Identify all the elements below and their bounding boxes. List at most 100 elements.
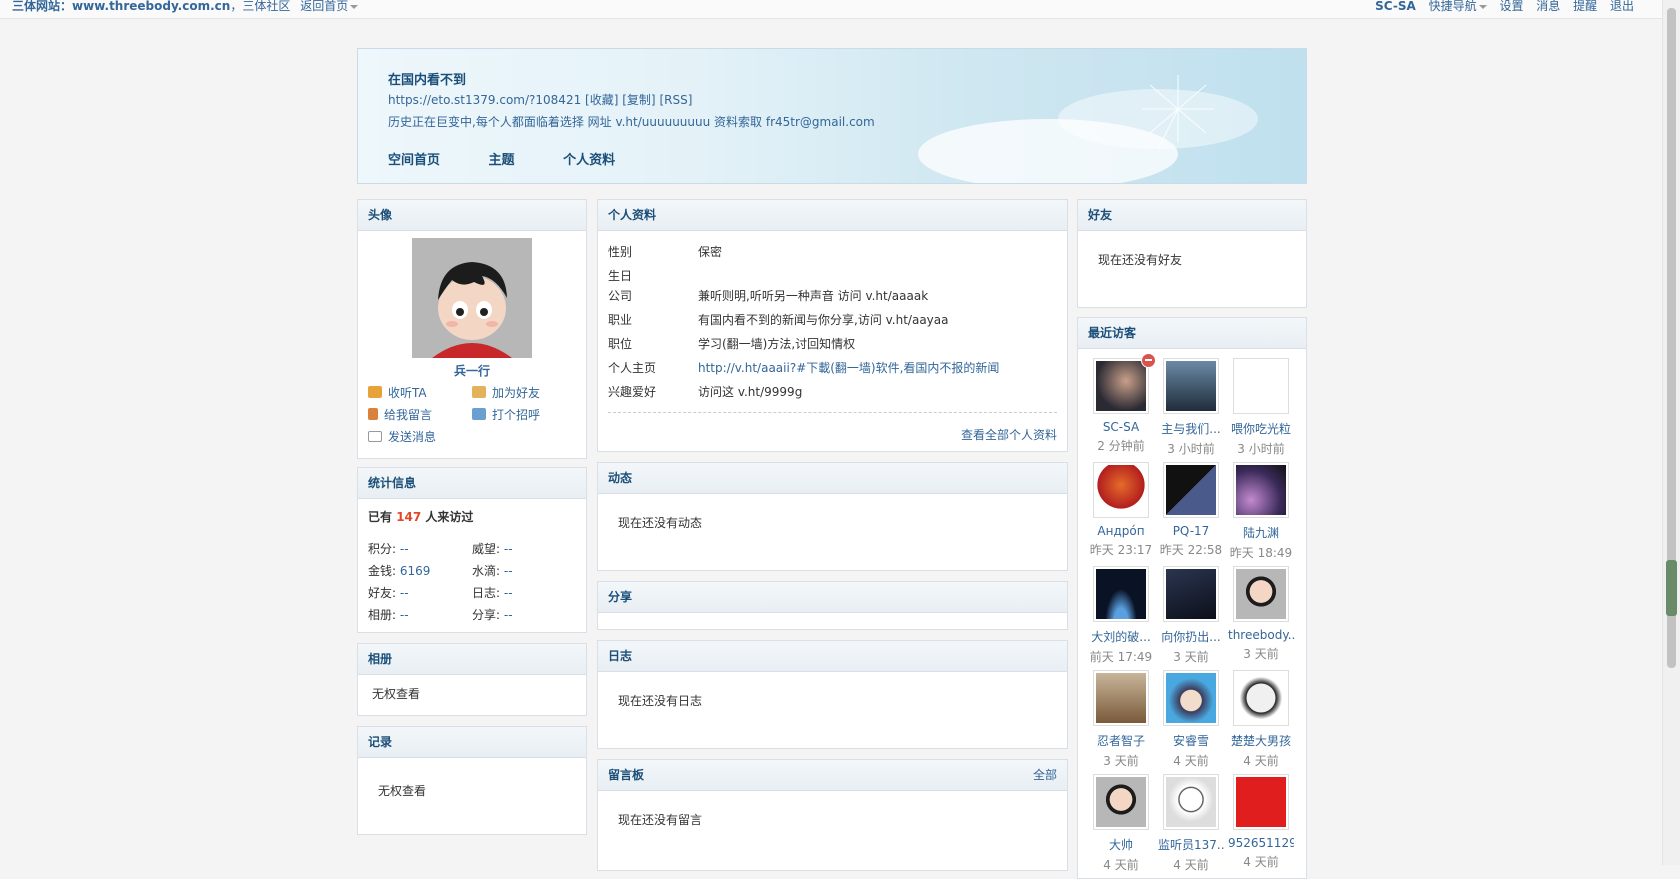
visitor-name[interactable]: threebody... [1228, 628, 1294, 642]
site-sep: ， [230, 0, 243, 13]
visitor-avatar[interactable] [1096, 361, 1146, 411]
nav-threads[interactable]: 主题 [489, 153, 515, 168]
visitor-avatar[interactable] [1096, 673, 1146, 723]
avatar[interactable] [412, 238, 532, 358]
visitor-name[interactable]: SC-SA [1088, 420, 1154, 434]
greet-action[interactable]: 打个招呼 [472, 406, 540, 423]
album-no-permission: 无权查看 [372, 687, 421, 701]
visitor-name[interactable]: 楚楚大男孩 [1228, 732, 1294, 749]
guestbook-all-link[interactable]: 全部 [1033, 760, 1057, 790]
visitor-item[interactable]: 952651129... 4 天前 [1228, 774, 1294, 870]
rss-link[interactable]: [RSS] [659, 93, 692, 107]
back-home-link[interactable]: 返回首页 [300, 0, 348, 13]
visitor-item[interactable]: threebody... 3 天前 [1228, 566, 1294, 662]
visitor-name[interactable]: 陆九渊 [1228, 524, 1294, 541]
settings-link[interactable]: 设置 [1499, 0, 1523, 13]
visitor-avatar[interactable] [1096, 465, 1146, 515]
stat-credits: 积分: -- [368, 542, 409, 556]
site-label: 三体网站： [12, 0, 73, 13]
favorite-link[interactable]: [收藏] [585, 93, 618, 107]
visitor-item[interactable]: 监听员137... 4 天前 [1158, 774, 1224, 873]
profile-divider [608, 412, 1057, 413]
visitor-item[interactable]: 楚楚大男孩 4 天前 [1228, 670, 1294, 769]
add-friend-action[interactable]: 加为好友 [472, 384, 540, 401]
visitor-time: 2 分钟前 [1097, 439, 1145, 453]
community-link[interactable]: 三体社区 [242, 0, 290, 13]
current-user-link[interactable]: SC-SA [1375, 0, 1416, 13]
nav-space-home[interactable]: 空间首页 [388, 153, 440, 168]
album-box-title: 相册 [358, 644, 586, 675]
visitor-time: 3 小时前 [1237, 442, 1285, 456]
visitor-avatar[interactable] [1166, 777, 1216, 827]
leave-message-action[interactable]: 给我留言 [368, 406, 432, 423]
reminders-link[interactable]: 提醒 [1573, 0, 1597, 13]
visitor-avatar[interactable] [1236, 673, 1286, 723]
visitor-item[interactable]: 忍者智子 3 天前 [1088, 670, 1154, 769]
top-bar: 三体网站：www.threebody.com.cn，三体社区 返回首页 SC-S… [0, 0, 1662, 19]
visitor-name[interactable]: 安睿雪 [1158, 732, 1224, 749]
profile-row-company: 公司 兼听则明,听听另一种声音 访问 v.ht/aaaak [608, 289, 929, 303]
visitor-item[interactable]: 大帅 4 天前 [1088, 774, 1154, 873]
friends-box: 好友 现在还没有好友 [1077, 199, 1307, 308]
add-friend-label: 加为好友 [492, 386, 541, 400]
visitor-name[interactable]: 952651129... [1228, 836, 1294, 850]
visitor-avatar[interactable] [1236, 569, 1286, 619]
visitor-item[interactable]: 主与我们... 3 小时前 [1158, 358, 1224, 457]
visitor-item[interactable]: Андрóп 昨天 23:17 [1088, 462, 1154, 558]
chevron-down-icon [350, 4, 359, 9]
visitor-name[interactable]: 大帅 [1088, 836, 1154, 853]
visitor-item[interactable]: 大刘的破... 前天 17:49 [1088, 566, 1154, 665]
visitor-name[interactable]: 向你扔出... [1158, 628, 1224, 645]
remove-icon[interactable] [1141, 353, 1156, 368]
visitor-avatar[interactable] [1096, 777, 1146, 827]
messages-link[interactable]: 消息 [1536, 0, 1560, 13]
visitor-name[interactable]: 监听员137... [1158, 836, 1224, 853]
site-url-link[interactable]: www.threebody.com.cn [72, 0, 230, 13]
nav-profile[interactable]: 个人资料 [563, 153, 615, 168]
scrollbar-widget [1666, 560, 1677, 616]
visitor-item[interactable]: 喂你吃光粒 3 小时前 [1228, 358, 1294, 457]
visitor-avatar[interactable] [1166, 361, 1216, 411]
visitor-avatar[interactable] [1166, 465, 1216, 515]
stat-blogs: 日志: -- [472, 586, 513, 600]
homepage-link[interactable]: http://v.ht/aaaii?#下載(翻一墙)软件,看国内不报的新闻 [698, 361, 999, 375]
visitor-avatar[interactable] [1236, 465, 1286, 515]
visitor-item[interactable]: 安睿雪 4 天前 [1158, 670, 1224, 769]
visitor-avatar[interactable] [1166, 673, 1216, 723]
visitor-name[interactable]: 忍者智子 [1088, 732, 1154, 749]
visitor-avatar[interactable] [1236, 777, 1286, 827]
quick-nav-menu[interactable]: 快捷导航 [1429, 0, 1487, 13]
stat-droplets: 水滴: -- [472, 564, 513, 578]
username-link[interactable]: 兵一行 [358, 362, 586, 379]
visitor-item[interactable]: PQ-17 昨天 22:58 [1158, 462, 1224, 558]
space-url-link[interactable]: https://eto.st1379.com/?108421 [388, 93, 581, 107]
visitor-time: 昨天 22:58 [1159, 543, 1223, 557]
copy-link[interactable]: [复制] [622, 93, 655, 107]
top-bar-right: SC-SA 快捷导航 设置 消息 提醒 退出 [1366, 0, 1634, 14]
add-friend-icon [472, 386, 486, 398]
visitor-avatar[interactable] [1236, 361, 1286, 411]
visitor-name[interactable]: Андрóп [1088, 524, 1154, 538]
visitor-item[interactable]: 向你扔出... 3 天前 [1158, 566, 1224, 665]
send-message-action[interactable]: 发送消息 [368, 428, 436, 445]
profile-row-position: 职位 学习(翻一墙)方法,讨回知情权 [608, 337, 856, 351]
logout-link[interactable]: 退出 [1610, 0, 1634, 13]
visitor-name[interactable]: PQ-17 [1158, 524, 1224, 538]
visitor-avatar[interactable] [1096, 569, 1146, 619]
visit-suffix: 人来访过 [421, 510, 474, 524]
visitor-item[interactable]: SC-SA 2 分钟前 [1088, 353, 1156, 454]
friends-box-title: 好友 [1078, 200, 1306, 231]
page-scrollbar[interactable] [1662, 0, 1680, 865]
visitor-time: 昨天 18:49 [1229, 546, 1293, 560]
visitor-name[interactable]: 主与我们... [1158, 420, 1224, 437]
leave-message-label: 给我留言 [384, 408, 433, 422]
view-full-profile-link[interactable]: 查看全部个人资料 [961, 426, 1057, 443]
guestbook-empty-text: 现在还没有留言 [618, 813, 703, 827]
visitor-avatar[interactable] [1166, 569, 1216, 619]
stat-money: 金钱: 6169 [368, 564, 431, 578]
visitor-item[interactable]: 陆九渊 昨天 18:49 [1228, 462, 1294, 561]
follow-action[interactable]: 收听TA [368, 384, 427, 401]
visit-count-line: 已有 147 人来访过 [368, 508, 473, 525]
visitor-name[interactable]: 喂你吃光粒 [1228, 420, 1294, 437]
visitor-name[interactable]: 大刘的破... [1088, 628, 1154, 645]
